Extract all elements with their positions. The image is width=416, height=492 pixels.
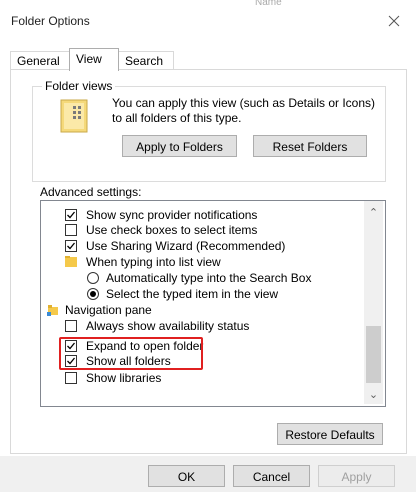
tab-strip: General View Search xyxy=(10,48,406,71)
window-title: Folder Options xyxy=(11,14,90,28)
item-label: Show sync provider notifications xyxy=(86,208,258,222)
background-window-text: Name xyxy=(255,0,282,6)
folder-icon xyxy=(65,256,77,268)
tab-view[interactable]: View xyxy=(69,48,119,71)
apply-to-folders-button[interactable]: Apply to Folders xyxy=(122,135,237,157)
cancel-button[interactable]: Cancel xyxy=(233,465,310,487)
item-label: Use check boxes to select items xyxy=(86,223,258,237)
scroll-down-icon[interactable]: ⌄ xyxy=(364,387,383,404)
folder-views-icon xyxy=(60,98,90,134)
item-label: Always show availability status xyxy=(86,319,250,333)
title-bar: Name Folder Options xyxy=(0,0,416,42)
radio-dot xyxy=(90,291,96,297)
checkbox-sharing-wizard[interactable] xyxy=(65,240,77,252)
tab-general[interactable]: General xyxy=(10,51,74,70)
checkbox-show-libraries[interactable] xyxy=(65,372,77,384)
close-icon[interactable] xyxy=(383,10,405,32)
radio-select-typed-item[interactable] xyxy=(87,288,99,300)
apply-button[interactable]: Apply xyxy=(318,465,395,487)
item-label: When typing into list view xyxy=(86,255,221,269)
folder-views-description: You can apply this view (such as Details… xyxy=(112,96,376,125)
tab-general-label: General xyxy=(17,54,60,68)
navigation-pane-icon xyxy=(47,304,59,316)
item-label: Show libraries xyxy=(86,371,162,385)
list-scrollbar[interactable]: ⌃ ⌄ xyxy=(364,201,383,404)
checkbox-use-check-boxes[interactable] xyxy=(65,224,77,236)
ok-button[interactable]: OK xyxy=(148,465,225,487)
tab-search-label: Search xyxy=(125,54,164,68)
tab-search[interactable]: Search xyxy=(118,51,174,70)
scroll-up-icon[interactable]: ⌃ xyxy=(364,205,383,222)
item-label: Use Sharing Wizard (Recommended) xyxy=(86,239,286,253)
checkbox-always-show-availability[interactable] xyxy=(65,320,77,332)
scroll-thumb[interactable] xyxy=(366,326,381,383)
reset-folders-button[interactable]: Reset Folders xyxy=(253,135,367,157)
red-highlight-box xyxy=(59,337,203,370)
checkbox-show-sync-notifications[interactable] xyxy=(65,209,77,221)
tab-view-label: View xyxy=(76,52,102,66)
folder-views-label: Folder views xyxy=(42,79,116,93)
radio-auto-type-search[interactable] xyxy=(87,272,99,284)
item-label: Navigation pane xyxy=(65,303,152,317)
item-label: Automatically type into the Search Box xyxy=(106,271,312,285)
advanced-settings-label: Advanced settings: xyxy=(40,185,142,199)
restore-defaults-button[interactable]: Restore Defaults xyxy=(277,423,383,445)
item-label: Select the typed item in the view xyxy=(106,287,279,301)
